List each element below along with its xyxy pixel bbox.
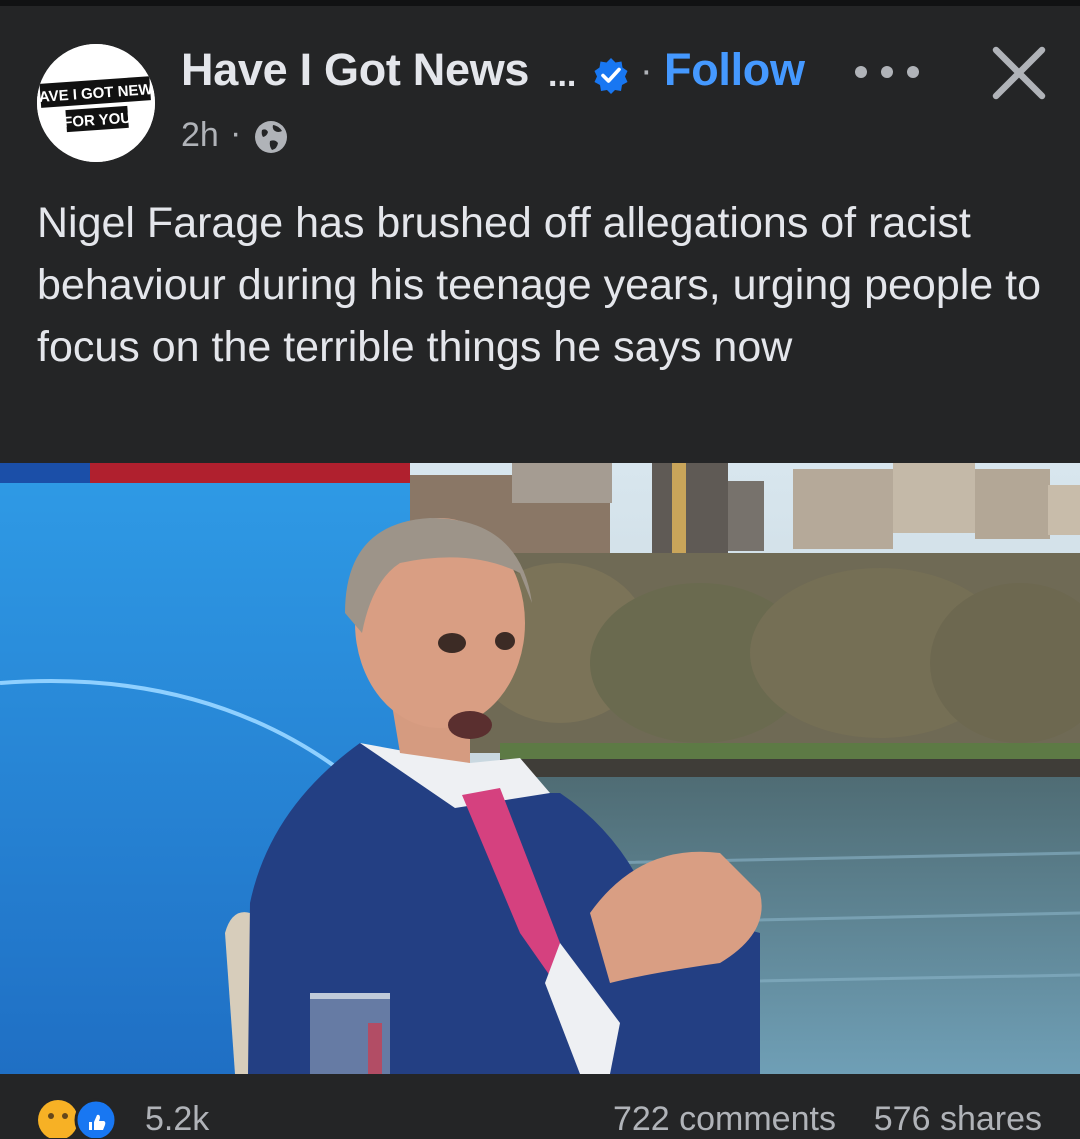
post-text: Nigel Farage has brushed off allegations… bbox=[37, 199, 1042, 371]
page-avatar[interactable]: HAVE I GOT NEWS FOR YOU bbox=[37, 44, 155, 162]
more-dot bbox=[907, 66, 919, 78]
shares-count[interactable]: 576 shares bbox=[874, 1100, 1042, 1138]
post-timestamp[interactable]: 2h bbox=[181, 116, 219, 155]
have-i-got-news-logo: HAVE I GOT NEWS FOR YOU bbox=[37, 44, 155, 162]
header-separator: · bbox=[640, 50, 653, 92]
time-separator: · bbox=[230, 114, 242, 152]
close-icon[interactable] bbox=[988, 42, 1050, 104]
more-dot bbox=[881, 66, 893, 78]
page-name-link[interactable]: Have I Got News bbox=[181, 44, 529, 96]
post-footer: 5.2k 722 comments 576 shares bbox=[0, 1074, 1080, 1138]
more-dot bbox=[855, 66, 867, 78]
name-truncation: ... bbox=[548, 56, 577, 94]
verified-badge-icon bbox=[594, 58, 628, 94]
photo-illustration bbox=[0, 463, 1080, 1074]
engagement-stats[interactable]: 722 comments 576 shares bbox=[613, 1100, 1042, 1139]
reactions-icon[interactable] bbox=[34, 1098, 134, 1138]
globe-icon bbox=[255, 121, 287, 153]
reaction-count[interactable]: 5.2k bbox=[145, 1100, 209, 1139]
more-options-button[interactable] bbox=[855, 58, 919, 86]
comments-count[interactable]: 722 comments bbox=[613, 1100, 836, 1138]
post-photo[interactable] bbox=[0, 463, 1080, 1074]
follow-button[interactable]: Follow bbox=[664, 44, 805, 96]
post-card: HAVE I GOT NEWS FOR YOU Have I Got News … bbox=[0, 6, 1080, 1138]
